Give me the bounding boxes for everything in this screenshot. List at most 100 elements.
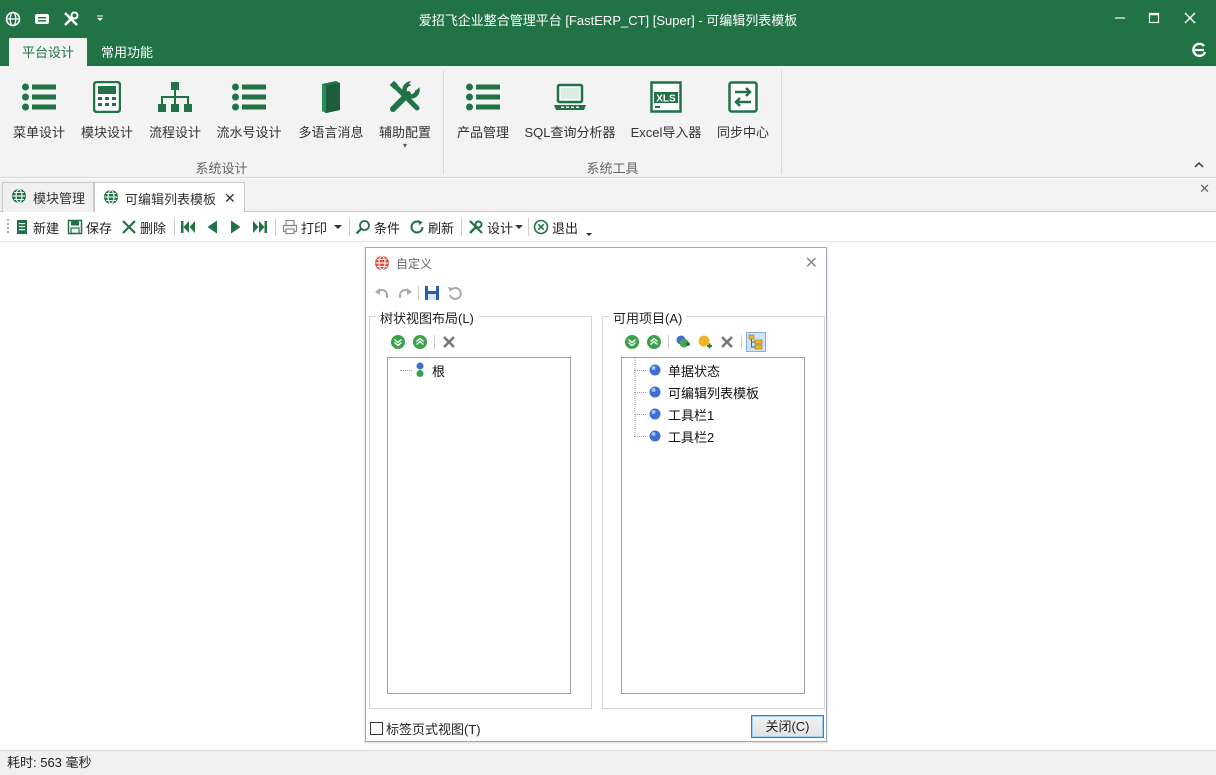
- globe-icon: [11, 188, 27, 207]
- doc-tab-editable-list-template[interactable]: 可编辑列表模板 ✕: [94, 182, 245, 213]
- dialog-close-button[interactable]: 关闭(C): [751, 715, 824, 738]
- item-dot-icon: [649, 364, 661, 376]
- item-dot-icon: [649, 386, 661, 398]
- available-item[interactable]: 可编辑列表模板: [634, 382, 759, 402]
- print-button[interactable]: 打印: [282, 216, 346, 238]
- remove-icon[interactable]: [439, 332, 459, 352]
- close-tab-icon[interactable]: ✕: [224, 190, 236, 207]
- last-record-button[interactable]: [252, 216, 271, 238]
- available-item[interactable]: 单据状态: [634, 360, 720, 380]
- window-title: 爱招飞企业整合管理平台 [FastERP_CT] [Super] - 可编辑列表…: [418, 13, 798, 28]
- tab-platform-design[interactable]: 平台设计: [9, 38, 88, 66]
- style-refresh-icon[interactable]: [1190, 41, 1208, 59]
- excel-importer-label: Excel导入器: [630, 125, 702, 140]
- tree-layout-view[interactable]: 根: [387, 357, 571, 694]
- previous-record-icon: [207, 220, 217, 234]
- group-label-system-design: 系统设计: [195, 161, 248, 176]
- tools-icon: [469, 220, 483, 234]
- exit-button[interactable]: 退出: [533, 216, 578, 238]
- previous-record-button[interactable]: [204, 216, 223, 238]
- available-items-view[interactable]: 单据状态 可编辑列表模板 工具栏1 工具栏2: [621, 357, 805, 694]
- first-record-button[interactable]: [180, 216, 199, 238]
- refresh-icon: [410, 220, 424, 234]
- sync-center-button[interactable]: 同步中心: [712, 72, 774, 158]
- calculator-icon: [76, 72, 138, 122]
- add-item-icon[interactable]: [695, 332, 715, 352]
- group-label-system-tools: 系统工具: [586, 161, 639, 176]
- new-button[interactable]: 新建: [14, 216, 59, 238]
- toolbar-overflow-icon[interactable]: [585, 222, 596, 244]
- next-record-button[interactable]: [228, 216, 247, 238]
- auxiliary-config-button[interactable]: 辅助配置 ▾: [374, 72, 436, 158]
- maximize-button[interactable]: [1136, 0, 1172, 36]
- excel-importer-button[interactable]: XLS Excel导入器: [628, 72, 704, 158]
- minimize-button[interactable]: [1102, 0, 1138, 36]
- save-layout-icon[interactable]: [422, 284, 442, 302]
- dropdown-arrow-icon: ▾: [402, 141, 407, 150]
- product-management-button[interactable]: 产品管理: [452, 72, 514, 158]
- list-icon: [8, 72, 70, 122]
- flow-design-button[interactable]: 流程设计: [144, 72, 206, 158]
- doc-tab-module-management[interactable]: 模块管理: [2, 182, 95, 212]
- serial-number-design-label: 流水号设计: [216, 125, 282, 140]
- toolbar-grip: [6, 216, 13, 238]
- tools-icon: [374, 72, 436, 122]
- org-chart-icon: [144, 72, 206, 122]
- elapsed-time-text: 耗时: 563 毫秒: [7, 755, 92, 770]
- tab-view-option[interactable]: 标签页式视图(T): [370, 719, 481, 738]
- tree-node-root[interactable]: 根: [400, 360, 445, 380]
- close-document-icon[interactable]: ✕: [1199, 181, 1210, 197]
- module-design-label: 模块设计: [80, 125, 133, 140]
- tree-layout-tools: [388, 332, 461, 352]
- add-group-icon[interactable]: [673, 332, 693, 352]
- exit-icon: [533, 219, 549, 235]
- available-item[interactable]: 工具栏1: [634, 404, 714, 424]
- close-window-button[interactable]: [1172, 0, 1208, 36]
- menu-design-button[interactable]: 菜单设计: [8, 72, 70, 158]
- tab-view-checkbox[interactable]: [370, 722, 383, 735]
- ribbon-tab-bar: 平台设计 常用功能: [0, 38, 1216, 66]
- move-down-icon[interactable]: [388, 332, 408, 352]
- dropdown-arrow-icon: [334, 225, 343, 229]
- tab-view-label: 标签页式视图(T): [386, 722, 481, 737]
- refresh-button[interactable]: 刷新: [409, 216, 454, 238]
- group-separator: [781, 70, 782, 174]
- module-design-button[interactable]: 模块设计: [76, 72, 138, 158]
- search-icon: [355, 220, 370, 235]
- sql-query-analyzer-button[interactable]: SQL查询分析器: [522, 72, 618, 158]
- move-up-icon[interactable]: [410, 332, 430, 352]
- customize-dialog: 自定义 ✕ 树状视图布局(L) 根 可用项目(A) 单据状态 可编辑列表模板 工…: [365, 247, 827, 742]
- delete-button[interactable]: 删除: [121, 216, 166, 238]
- multilanguage-message-button[interactable]: 多语言消息: [296, 72, 366, 158]
- condition-button[interactable]: 条件: [355, 216, 400, 238]
- xls-badge-text: XLS: [656, 94, 676, 105]
- globe-icon: [375, 255, 389, 271]
- sync-center-label: 同步中心: [716, 125, 769, 140]
- move-up-icon[interactable]: [644, 332, 664, 352]
- refresh-label: 刷新: [428, 220, 455, 236]
- laptop-icon: [522, 72, 618, 122]
- tab-common-functions[interactable]: 常用功能: [88, 38, 166, 66]
- flow-design-label: 流程设计: [148, 125, 201, 140]
- sync-icon: [712, 72, 774, 122]
- design-button[interactable]: 设计: [468, 216, 527, 238]
- next-record-icon: [231, 220, 241, 234]
- root-node-icon: [416, 362, 424, 377]
- collapse-ribbon-icon[interactable]: [1194, 160, 1204, 171]
- available-item[interactable]: 工具栏2: [634, 426, 714, 446]
- redo-icon[interactable]: [395, 284, 415, 302]
- undo-icon[interactable]: [372, 284, 392, 302]
- dialog-close-icon[interactable]: ✕: [805, 253, 818, 273]
- remove-icon[interactable]: [717, 332, 737, 352]
- status-bar: 耗时: 563 毫秒: [0, 750, 1216, 775]
- save-button[interactable]: 保存: [67, 216, 112, 238]
- book-icon: [296, 72, 366, 122]
- available-item-label: 工具栏2: [668, 429, 715, 445]
- new-document-icon: [17, 220, 27, 234]
- dialog-title-bar: 自定义: [374, 254, 432, 272]
- move-down-icon[interactable]: [622, 332, 642, 352]
- show-hierarchy-icon[interactable]: [746, 332, 766, 352]
- dialog-toolbar: [372, 284, 468, 302]
- serial-number-design-button[interactable]: 流水号设计: [214, 72, 284, 158]
- reset-icon[interactable]: [445, 284, 465, 302]
